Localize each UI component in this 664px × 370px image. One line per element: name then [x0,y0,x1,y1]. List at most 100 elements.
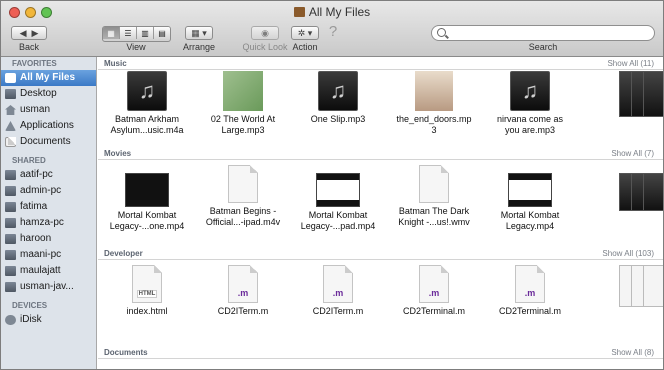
search-field[interactable] [431,25,655,41]
help-icon[interactable]: ? [325,23,341,40]
desktop-icon [5,89,16,99]
file-name: nirvana come as you are.mp3 [496,114,564,135]
shared-header: SHARED [12,156,46,165]
show-all-link[interactable]: Show All (103) [602,249,654,258]
show-all-link[interactable]: Show All (8) [611,348,654,357]
file-item[interactable]: ♫ One Slip.mp3 [292,71,384,125]
file-item[interactable]: Mortal Kombat Legacy.mp4 [484,165,576,232]
file-item[interactable]: Mortal Kombat Legacy-...one.mp4 [101,165,193,232]
sidebar-item-maulajatt[interactable]: maulajatt [1,263,96,279]
home-icon [5,105,16,115]
more-items-stack[interactable] [613,71,663,117]
file-name: 02 The World At Large.mp3 [210,114,276,135]
developer-section: Developer Show All (103) HTML index.html .… [98,247,663,316]
source-file-icon: .m [419,265,449,303]
file-name: Batman The Dark Knight -...us!.wmv [398,206,470,227]
divider [98,259,663,260]
quicklook-button[interactable]: ◉ [251,26,279,40]
file-name: Mortal Kombat Legacy-...pad.mp4 [300,210,376,231]
file-name: Batman Arkham Asylum...usic.m4a [110,114,184,135]
arrange-label: Arrange [182,42,216,52]
all-files-icon [5,73,16,83]
file-item[interactable]: Batman The Dark Knight -...us!.wmv [388,165,480,228]
arrange-button[interactable]: ▦ ▾ [185,26,213,40]
file-item[interactable]: .m CD2ITerm.m [292,265,384,317]
column-view-icon[interactable]: ▥ [137,27,154,39]
file-name: CD2ITerm.m [217,306,269,316]
sidebar-item-idisk[interactable]: iDisk [1,312,96,328]
back-forward-control[interactable]: ◀ ▶ [11,26,47,40]
show-all-link[interactable]: Show All (11) [607,59,654,68]
quicklook-label: Quick Look [242,42,288,52]
applications-icon [5,121,16,131]
icon-view-icon[interactable]: ▦ [103,27,120,39]
video-thumbnail-icon [508,173,552,207]
search-icon [437,28,446,37]
sidebar-item-hamza-pc[interactable]: hamza-pc [1,215,96,231]
file-item[interactable]: .m CD2Terminal.m [484,265,576,317]
view-segmented-control[interactable]: ▦ ☰ ▥ ▤ [102,26,171,42]
sidebar-item-fatima[interactable]: fatima [1,199,96,215]
section-title: Developer [104,248,143,258]
documents-section: Documents Show All (8) [98,346,663,359]
coverflow-view-icon[interactable]: ▤ [154,27,170,39]
show-all-link[interactable]: Show All (7) [611,149,654,158]
sidebar-item-haroon[interactable]: haroon [1,231,96,247]
file-browser: Music Show All (11) ♫ Batman Arkham Asylum.… [98,57,663,369]
file-item[interactable]: the_end_doors.mp 3 [388,71,480,136]
gear-icon: ✲ ▾ [297,27,313,38]
file-name: Batman Begins - Official...-ipad.m4v [205,206,281,227]
more-items-stack[interactable] [613,265,663,307]
music-section: Music Show All (11) ♫ Batman Arkham Asylum.… [98,57,663,135]
file-item[interactable]: .m CD2Terminal.m [388,265,480,317]
computer-icon [5,170,16,180]
section-title: Documents [104,347,148,357]
file-item[interactable]: Mortal Kombat Legacy-...pad.mp4 [292,165,384,232]
sidebar-item-desktop[interactable]: Desktop [1,86,96,102]
sidebar-item-documents[interactable]: Documents [1,134,96,150]
section-title: Music [104,58,127,68]
sidebar-item-admin-pc[interactable]: admin-pc [1,183,96,199]
action-button[interactable]: ✲ ▾ [291,26,319,40]
computer-icon [5,250,16,260]
video-thumbnail-icon [316,173,360,207]
back-arrow-icon[interactable]: ◀ [20,28,27,39]
music-note-icon: ♫ [127,71,167,111]
divider [98,159,663,160]
file-item[interactable]: ♫ nirvana come as you are.mp3 [484,71,576,136]
toolbar: All My Files ◀ ▶ Back ▦ ☰ ▥ ▤ View ▦ ▾ A… [1,1,663,57]
divider [98,69,663,70]
action-label: Action [292,42,318,52]
file-name: CD2ITerm.m [312,306,364,316]
file-item[interactable]: Batman Begins - Official...-ipad.m4v [197,165,289,228]
sidebar-item-usman-jav[interactable]: usman-jav... [1,279,96,295]
more-items-stack[interactable] [613,173,663,211]
file-name: One Slip.mp3 [310,114,366,124]
document-icon [228,165,258,203]
favorites-header: FAVORITES [12,59,57,68]
source-file-icon: .m [323,265,353,303]
sidebar-item-all-my-files[interactable]: All My Files [1,70,96,86]
finder-window: All My Files ◀ ▶ Back ▦ ☰ ▥ ▤ View ▦ ▾ A… [0,0,664,370]
sidebar-item-aatif-pc[interactable]: aatif-pc [1,167,96,183]
computer-icon [5,282,16,292]
section-title: Movies [104,148,132,158]
idisk-icon [5,315,16,325]
list-view-icon[interactable]: ☰ [120,27,137,39]
view-label: View [126,42,146,52]
source-file-icon: .m [228,265,258,303]
sidebar: FAVORITES All My Files Desktop usman App… [1,57,97,369]
divider [98,358,663,359]
file-name: CD2Terminal.m [498,306,561,316]
sidebar-item-usman[interactable]: usman [1,102,96,118]
album-art-icon [415,71,453,111]
file-item[interactable]: HTML index.html [101,265,193,317]
file-item[interactable]: ♫ Batman Arkham Asylum...usic.m4a [101,71,193,136]
file-name: Mortal Kombat Legacy.mp4 [500,210,560,231]
source-file-icon: .m [515,265,545,303]
sidebar-item-maani-pc[interactable]: maani-pc [1,247,96,263]
sidebar-item-applications[interactable]: Applications [1,118,96,134]
file-item[interactable]: .m CD2ITerm.m [197,265,289,317]
forward-arrow-icon[interactable]: ▶ [32,28,39,39]
file-item[interactable]: 02 The World At Large.mp3 [197,71,289,136]
